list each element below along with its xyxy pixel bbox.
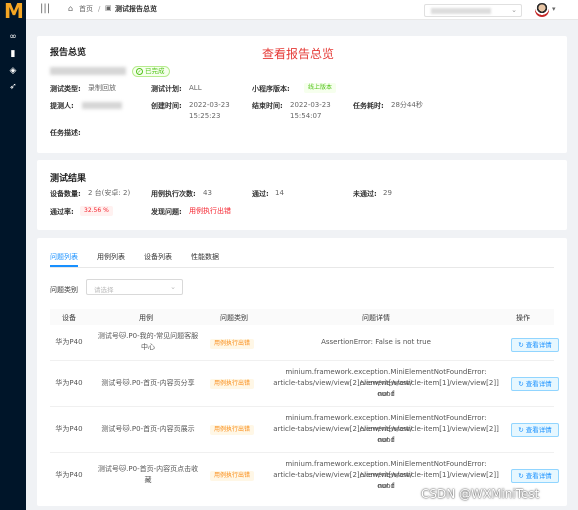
duration-label: 任务耗时: [353, 102, 384, 110]
passed-value: 14 [275, 189, 284, 197]
mini-version-label: 小程序版本: [252, 85, 290, 93]
created-label: 创建时间: [151, 102, 182, 110]
row-case-continued: 藏 [144, 476, 152, 484]
chevron-down-icon: ⌄ [511, 6, 517, 14]
row-device: 华为P40 [55, 379, 83, 387]
menu-toggle-icon[interactable]: ||| [40, 4, 50, 14]
filter-placeholder: 请选择 [94, 286, 114, 294]
chevron-down-icon[interactable]: ▾ [552, 5, 556, 13]
view-detail-button[interactable]: ↻ 查看详情 [511, 423, 559, 437]
row-detail: AssertionError: False is not true [321, 338, 431, 346]
tab-divider [50, 267, 554, 268]
passed-label: 通过: [252, 190, 269, 198]
case-runs-value: 43 [203, 189, 212, 197]
submitter-label: 提测人: [50, 102, 74, 110]
row-case: 测试号🐱.P0-首页-内容页分享 [101, 379, 195, 387]
row-category-badge: 用例执行出错 [210, 379, 255, 389]
overview-heading: 查看报告总览 [262, 47, 335, 61]
created-time: 15:25:23 [189, 112, 221, 120]
row-case: 测试号🐱.P0-我的-常见问题客服 [97, 332, 199, 340]
test-type-value: 录制回放 [88, 84, 116, 92]
top-bar: ||| ⌂ 首页 / ▣ 测试报告总览 ⌄ ▾ [26, 0, 578, 20]
layers-icon[interactable]: ◈ [7, 66, 19, 76]
row-case-continued: 中心 [141, 343, 155, 351]
results-title: 测试结果 [50, 174, 87, 184]
issues-link[interactable]: 用例执行出错 [189, 206, 231, 216]
tab-performance[interactable]: 性能数据 [191, 252, 219, 262]
row-category-badge: 用例执行出错 [210, 339, 255, 349]
created-date: 2022-03-23 [189, 101, 230, 109]
test-plan-value: ALL [189, 84, 202, 92]
chevron-down-icon: ⌄ [170, 283, 176, 291]
duration-value: 28分44秒 [391, 101, 423, 109]
column-header-case: 用例 [139, 314, 153, 322]
breadcrumb-home[interactable]: 首页 [79, 5, 93, 14]
row-detail-line-3: ound [377, 390, 395, 398]
ended-time: 15:54:07 [290, 112, 322, 120]
column-header-device: 设备 [62, 314, 76, 322]
failed-value: 29 [383, 189, 392, 197]
bar-chart-icon[interactable]: ▮ [7, 49, 19, 59]
project-select-value [431, 8, 491, 14]
tab-cases[interactable]: 用例列表 [97, 252, 125, 262]
breadcrumb-current: 测试报告总览 [115, 5, 157, 13]
row-device: 华为P40 [55, 425, 83, 433]
issues-label: 发现问题: [151, 208, 182, 216]
project-select[interactable]: ⌄ [424, 4, 522, 17]
home-icon: ⌂ [68, 4, 74, 13]
document-icon: ▣ [105, 4, 112, 12]
issues-card: 问题列表 用例列表 设备列表 性能数据 问题类别 请选择 ⌄ 设备 用例 问题类… [37, 238, 567, 506]
submitter-value [82, 102, 122, 109]
case-runs-label: 用例执行次数: [151, 190, 196, 198]
pass-rate-label: 通过率: [50, 208, 74, 216]
watermark: CSDN @WXMiniTest [421, 487, 540, 501]
test-plan-label: 测试计划: [151, 85, 182, 93]
view-detail-button[interactable]: ↻ 查看详情 [511, 338, 559, 352]
task-name [50, 67, 126, 75]
status-badge: ✓ 已完成 [132, 66, 170, 77]
table-row: 华为P40 测试号🐱.P0-首页-内容页分享 用例执行出错 minium.fra… [50, 361, 559, 407]
overview-title: 报告总览 [50, 48, 87, 58]
app-logo: M [4, 0, 24, 23]
row-case: 测试号🐱.P0-首页-内容页点击收 [97, 465, 199, 473]
row-detail-line-3: ound [377, 436, 395, 444]
tab-issues[interactable]: 问题列表 [50, 252, 78, 262]
infinity-icon[interactable]: ∞ [7, 32, 19, 42]
test-type-label: 测试类型: [50, 85, 81, 93]
pass-rate-badge: 32.56 % [80, 206, 113, 216]
column-header-action: 操作 [516, 314, 530, 322]
row-device: 华为P40 [55, 338, 83, 346]
device-count-value: 2 台(安卓: 2) [88, 189, 131, 197]
breadcrumb-separator: / [98, 5, 101, 13]
sidebar: M ∞ ▮ ◈ ➶ [0, 0, 26, 510]
row-device: 华为P40 [55, 471, 83, 479]
row-category-badge: 用例执行出错 [210, 471, 255, 481]
ended-label: 结束时间: [252, 102, 283, 110]
view-detail-button[interactable]: ↻ 查看详情 [511, 377, 559, 391]
column-header-category: 问题类别 [220, 314, 248, 322]
mini-version-badge: 线上版本 [304, 83, 337, 93]
filter-label: 问题类别 [50, 286, 78, 294]
avatar[interactable] [535, 3, 549, 17]
rocket-icon[interactable]: ➶ [7, 82, 19, 92]
row-case: 测试号🐱.P0-首页-内容页展示 [101, 425, 195, 433]
check-icon: ✓ [136, 68, 143, 75]
tab-devices[interactable]: 设备列表 [144, 252, 172, 262]
ended-date: 2022-03-23 [290, 101, 331, 109]
description-label: 任务描述: [50, 129, 81, 137]
view-detail-button[interactable]: ↻ 查看详情 [511, 469, 559, 483]
category-filter-select[interactable]: 请选择 ⌄ [86, 279, 183, 295]
row-category-badge: 用例执行出错 [210, 425, 255, 435]
table-row: 华为P40 测试号🐱.P0-首页-内容页展示 用例执行出错 minium.fra… [50, 407, 559, 453]
failed-label: 未通过: [353, 190, 377, 198]
column-header-detail: 问题详情 [362, 314, 390, 322]
table-header: 设备 用例 问题类别 问题详情 操作 [50, 309, 554, 325]
table-row: 华为P40 测试号🐱.P0-我的-常见问题客服 中心 用例执行出错 Assert… [50, 325, 559, 361]
device-count-label: 设备数量: [50, 190, 81, 198]
